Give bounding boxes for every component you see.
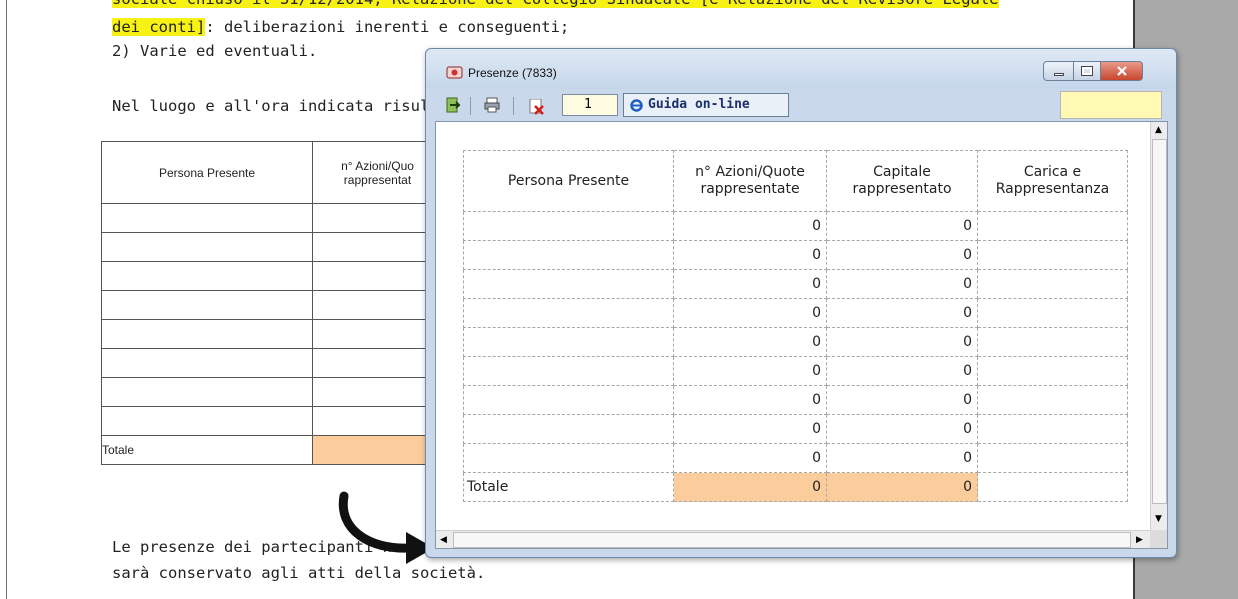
cell-capitale[interactable]: 0 — [826, 211, 978, 241]
guida-online-button[interactable]: Guida on-line — [623, 93, 789, 117]
scroll-right-icon[interactable]: ▶ — [1136, 535, 1143, 545]
table-row[interactable]: 0 0 — [463, 240, 1128, 270]
total-carica — [977, 472, 1128, 502]
doc-line-1: dei conti]: deliberazioni inerenti e con… — [112, 18, 570, 36]
total-azioni: 0 — [673, 472, 827, 502]
cell-persona[interactable] — [463, 240, 674, 270]
cell-persona[interactable] — [463, 211, 674, 241]
cell-capitale[interactable]: 0 — [826, 385, 978, 415]
cell-azioni[interactable]: 0 — [673, 298, 827, 328]
delete-page-icon[interactable] — [529, 99, 545, 115]
scroll-left-icon[interactable]: ◀ — [440, 535, 447, 545]
toolbar-separator — [513, 97, 514, 115]
maximize-icon — [1081, 66, 1093, 76]
doc-presence-table: Persona Presente n° Azioni/Quo rappresent… — [101, 141, 443, 465]
cell-carica[interactable] — [977, 443, 1128, 473]
presenze-window[interactable]: Presenze (7833) 1 Guida on-line Persona … — [425, 48, 1177, 558]
cell-capitale[interactable]: 0 — [826, 327, 978, 357]
cell-azioni[interactable]: 0 — [673, 327, 827, 357]
cell-persona[interactable] — [463, 385, 674, 415]
internet-explorer-icon — [630, 99, 643, 112]
doc-table-header-azioni: n° Azioni/Quo rappresentat — [312, 141, 443, 204]
horizontal-scroll-thumb[interactable] — [453, 532, 1131, 548]
toolbar: 1 Guida on-line — [426, 89, 1176, 121]
cell-carica[interactable] — [977, 327, 1128, 357]
cell-persona[interactable] — [463, 356, 674, 386]
cell-persona[interactable] — [463, 269, 674, 299]
table-row[interactable]: 0 0 — [463, 443, 1128, 473]
cell-carica[interactable] — [977, 414, 1128, 444]
presenze-grid[interactable]: Persona Presente n° Azioni/Quote rapprese… — [463, 150, 1128, 502]
table-row[interactable]: 0 0 — [463, 385, 1128, 415]
doc-table-header-persona: Persona Presente — [101, 141, 313, 204]
cell-capitale[interactable]: 0 — [826, 414, 978, 444]
header-persona-presente: Persona Presente — [463, 150, 674, 212]
grid-area[interactable]: Persona Presente n° Azioni/Quote rapprese… — [435, 121, 1168, 549]
cell-capitale[interactable]: 0 — [826, 443, 978, 473]
header-azioni-quote: n° Azioni/Quote rappresentate — [673, 150, 827, 212]
vertical-scroll-thumb[interactable] — [1152, 139, 1167, 504]
app-icon — [446, 66, 463, 79]
doc-table-total-label: Totale — [101, 435, 313, 465]
doc-line-2: 2) Varie ed eventuali. — [112, 42, 318, 60]
table-row[interactable]: 0 0 — [463, 327, 1128, 357]
doc-line-top: sociale chiuso il 31/12/2014; Relazione … — [112, 0, 999, 8]
vertical-scrollbar[interactable]: ▲ ▼ — [1150, 122, 1167, 530]
header-carica: Carica e Rappresentanza — [977, 150, 1128, 212]
title-bar[interactable]: Presenze (7833) — [426, 49, 1176, 89]
cell-capitale[interactable]: 0 — [826, 240, 978, 270]
cell-carica[interactable] — [977, 356, 1128, 386]
header-capitale: Capitale rappresentato — [826, 150, 978, 212]
import-icon[interactable] — [445, 97, 461, 113]
cell-azioni[interactable]: 0 — [673, 269, 827, 299]
scroll-up-icon[interactable]: ▲ — [1155, 125, 1162, 135]
toolbar-separator — [470, 97, 471, 115]
cell-azioni[interactable]: 0 — [673, 443, 827, 473]
scrollbar-corner — [1150, 530, 1167, 548]
cell-azioni[interactable]: 0 — [673, 414, 827, 444]
close-button[interactable] — [1101, 61, 1143, 81]
cell-azioni[interactable]: 0 — [673, 240, 827, 270]
window-title: Presenze (7833) — [468, 66, 557, 80]
cell-carica[interactable] — [977, 385, 1128, 415]
guida-online-label: Guida on-line — [648, 97, 750, 112]
doc-line-3: Nel luogo e all'ora indicata risultar — [112, 97, 458, 115]
cell-azioni[interactable]: 0 — [673, 356, 827, 386]
cell-persona[interactable] — [463, 298, 674, 328]
cell-persona[interactable] — [463, 414, 674, 444]
cell-carica[interactable] — [977, 240, 1128, 270]
cell-capitale[interactable]: 0 — [826, 356, 978, 386]
table-row[interactable]: 0 0 — [463, 356, 1128, 386]
minimize-icon — [1053, 72, 1064, 76]
page-number-field[interactable]: 1 — [562, 94, 618, 116]
cell-carica[interactable] — [977, 269, 1128, 299]
table-row[interactable]: 0 0 — [463, 414, 1128, 444]
table-row[interactable]: 0 0 — [463, 269, 1128, 299]
table-row[interactable]: 0 0 — [463, 211, 1128, 241]
close-icon — [1116, 66, 1127, 76]
cell-capitale[interactable]: 0 — [826, 269, 978, 299]
doc-highlight: dei conti] — [112, 18, 206, 36]
total-capitale: 0 — [826, 472, 978, 502]
page-left-border — [6, 0, 7, 599]
curved-arrow-icon — [338, 491, 434, 564]
total-label: Totale — [463, 472, 674, 502]
status-field — [1060, 91, 1162, 119]
table-row[interactable]: 0 0 — [463, 298, 1128, 328]
minimize-button[interactable] — [1043, 61, 1074, 81]
total-row: Totale 0 0 — [463, 472, 1128, 502]
cell-carica[interactable] — [977, 211, 1128, 241]
cell-azioni[interactable]: 0 — [673, 385, 827, 415]
cell-persona[interactable] — [463, 327, 674, 357]
scroll-down-icon[interactable]: ▼ — [1155, 514, 1162, 524]
maximize-button[interactable] — [1074, 61, 1101, 81]
print-icon[interactable] — [484, 97, 500, 113]
cell-persona[interactable] — [463, 443, 674, 473]
cell-azioni[interactable]: 0 — [673, 211, 827, 241]
cell-carica[interactable] — [977, 298, 1128, 328]
horizontal-scrollbar[interactable]: ◀ ▶ — [436, 530, 1150, 548]
cell-capitale[interactable]: 0 — [826, 298, 978, 328]
